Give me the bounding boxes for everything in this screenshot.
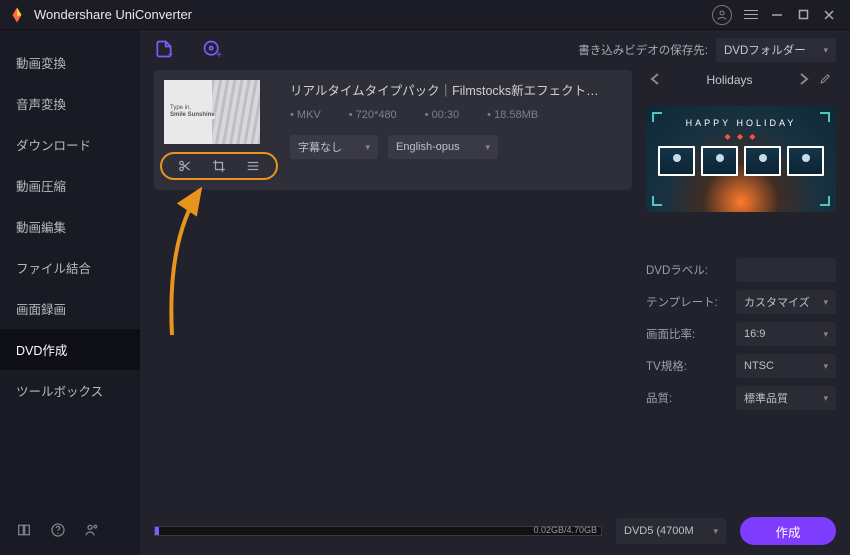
sidebar-item-dvd-create[interactable]: DVD作成	[0, 329, 140, 370]
disc-type-value: DVD5 (4700M	[624, 525, 694, 537]
sidebar-item-download[interactable]: ダウンロード	[0, 124, 140, 165]
template-panel: Holidays HAPPY HOLIDAY ◆ ◆ ◆	[646, 70, 836, 497]
subtitle-value: 字幕なし	[298, 139, 342, 155]
guide-icon[interactable]	[16, 522, 32, 541]
save-destination-value: DVDフォルダー	[724, 42, 806, 58]
maximize-button[interactable]	[790, 4, 816, 26]
contact-icon[interactable]	[84, 522, 100, 541]
file-resolution: 720*480	[349, 109, 397, 121]
help-icon[interactable]	[50, 522, 66, 541]
template-prev-button[interactable]	[648, 71, 662, 90]
file-duration: 00:30	[425, 109, 459, 121]
chevron-down-icon: ▾	[713, 526, 718, 537]
file-metadata: MKV 720*480 00:30 18.58MB	[290, 109, 622, 121]
disc-type-select[interactable]: DVD5 (4700M ▾	[616, 518, 726, 544]
hamburger-menu-icon[interactable]	[738, 4, 764, 26]
chevron-down-icon: ▾	[823, 45, 828, 56]
titlebar: Wondershare UniConverter	[0, 0, 850, 30]
audio-track-select[interactable]: English-opus ▾	[388, 135, 498, 159]
template-edit-icon[interactable]	[817, 70, 834, 90]
account-icon[interactable]	[712, 5, 732, 25]
template-preview[interactable]: HAPPY HOLIDAY ◆ ◆ ◆	[646, 106, 836, 212]
app-title: Wondershare UniConverter	[34, 7, 192, 22]
toolbar: + + 書き込みビデオの保存先: DVDフォルダー ▾	[140, 30, 850, 70]
minimize-button[interactable]	[764, 4, 790, 26]
add-file-icon[interactable]: +	[154, 39, 174, 62]
quality-label: 品質:	[646, 390, 672, 406]
crop-icon[interactable]	[212, 159, 226, 173]
template-label: テンプレート:	[646, 294, 718, 310]
subtitle-select[interactable]: 字幕なし ▾	[290, 135, 378, 159]
effects-icon[interactable]	[246, 159, 260, 173]
sidebar-item-merge[interactable]: ファイル結合	[0, 247, 140, 288]
load-disc-icon[interactable]: +	[202, 39, 222, 62]
disc-capacity-text: 0.02GB/4.70GB	[533, 525, 597, 535]
sidebar-item-video-convert[interactable]: 動画変換	[0, 42, 140, 83]
sidebar: 動画変換 音声変換 ダウンロード 動画圧縮 動画編集 ファイル結合 画面録画 D…	[0, 30, 140, 555]
tv-standard-select[interactable]: NTSC▾	[736, 354, 836, 378]
file-card: Type in, Smile Sunshine	[154, 70, 632, 190]
sidebar-item-compress[interactable]: 動画圧縮	[0, 165, 140, 206]
chevron-down-icon: ▾	[823, 393, 828, 404]
dvd-settings: DVDラベル: テンプレート: カスタマイズ▾ 画面比率:	[646, 258, 836, 410]
svg-text:+: +	[167, 50, 173, 59]
sidebar-item-audio-convert[interactable]: 音声変換	[0, 83, 140, 124]
edit-tools-highlight	[160, 152, 278, 180]
sidebar-item-screen-record[interactable]: 画面録画	[0, 288, 140, 329]
dvd-label-input[interactable]	[736, 258, 836, 282]
create-button[interactable]: 作成	[740, 517, 836, 545]
file-size: 18.58MB	[487, 109, 538, 121]
svg-text:+: +	[216, 50, 222, 59]
annotation-arrow	[162, 180, 252, 340]
disc-capacity-bar: 0.02GB/4.70GB	[154, 526, 602, 536]
bottom-bar: 0.02GB/4.70GB DVD5 (4700M ▾ 作成	[140, 507, 850, 555]
chevron-down-icon: ▾	[823, 297, 828, 308]
chevron-down-icon: ▾	[823, 329, 828, 340]
save-destination-select[interactable]: DVDフォルダー ▾	[716, 38, 836, 62]
save-destination-label: 書き込みビデオの保存先:	[578, 42, 708, 58]
app-logo-icon	[8, 6, 26, 24]
quality-select[interactable]: 標準品質▾	[736, 386, 836, 410]
audio-track-value: English-opus	[396, 141, 460, 153]
template-select[interactable]: カスタマイズ▾	[736, 290, 836, 314]
chevron-down-icon: ▾	[485, 142, 490, 153]
template-next-button[interactable]	[797, 71, 811, 90]
dvd-label-label: DVDラベル:	[646, 262, 708, 278]
tv-standard-label: TV規格:	[646, 358, 687, 374]
sidebar-item-toolbox[interactable]: ツールボックス	[0, 370, 140, 411]
sidebar-item-video-edit[interactable]: 動画編集	[0, 206, 140, 247]
aspect-ratio-label: 画面比率:	[646, 326, 695, 342]
aspect-ratio-select[interactable]: 16:9▾	[736, 322, 836, 346]
template-name: Holidays	[706, 73, 752, 87]
close-button[interactable]	[816, 4, 842, 26]
template-banner-text: HAPPY HOLIDAY	[646, 118, 836, 128]
file-format: MKV	[290, 109, 321, 121]
file-title: リアルタイムタイプパック｜Filmstocks新エフェクト…	[290, 80, 622, 99]
trim-icon[interactable]	[178, 159, 192, 173]
chevron-down-icon: ▾	[823, 361, 828, 372]
chevron-down-icon: ▾	[365, 142, 370, 153]
file-thumbnail[interactable]: Type in, Smile Sunshine	[164, 80, 260, 144]
